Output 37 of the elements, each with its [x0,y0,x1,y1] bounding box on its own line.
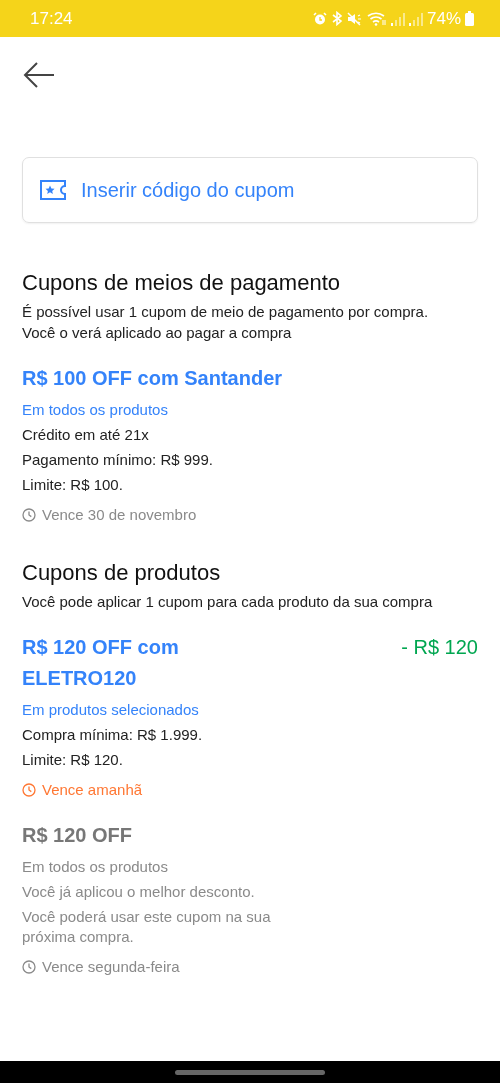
clock-time: 17:24 [30,8,74,29]
coupon-detail: Limite: R$ 120. [22,750,124,770]
coupon-title: R$ 120 OFF com ELETRO120 [22,635,180,691]
wifi-icon [366,11,387,26]
coupon-code-box[interactable]: Inserir código do cupom [22,157,478,223]
alarm-icon [312,11,327,26]
coupon-detail: Limite: R$ 100. [22,475,124,495]
signal-icon [390,11,405,26]
coupon-detail: Crédito em até 21x [22,425,150,445]
expiry-date: Vence segunda-feira [42,957,180,977]
coupon-detail: Você já aplicou o melhor desconto. [22,882,256,902]
battery-icon [465,11,474,26]
signal-icon [408,11,423,26]
mute-icon [346,11,363,26]
coupon-scope: Em produtos selecionados [22,700,200,720]
coupon-detail: Você poderá usar este cupom na sua próxima compra. [22,907,272,947]
coupon-scope: Em todos os produtos [22,400,169,420]
coupon-title: R$ 120 OFF [22,823,133,848]
bluetooth-icon [330,11,343,26]
coupon-detail: Pagamento mínimo: R$ 999. [22,450,214,470]
section-heading: Cupons de meios de pagamento [21,269,341,297]
battery-level: 74% [426,8,461,29]
coupon-code-field[interactable]: Inserir código do cupom [79,177,461,203]
home-indicator[interactable] [175,1069,325,1075]
clock-icon [22,960,36,974]
discount-amount: - R$ 120 [401,635,478,660]
coupon-title: R$ 100 OFF com Santander [22,366,283,391]
section-description: É possível usar 1 cupom de meio de pagamento por compra. Você o verá aplicado ao pagar a compra [21,302,430,343]
section-heading: Cupons de produtos [21,559,222,587]
clock-icon [22,508,36,522]
section-description: Você pode aplicar 1 cupom para cada produto da sua compra [21,592,434,612]
clock-icon [22,783,36,797]
expiry-date: Vence 30 de novembro [42,505,197,525]
coupon-scope: Em todos os produtos [22,857,169,877]
coupon-detail: Compra mínima: R$ 1.999. [22,725,204,745]
expiry-date: Vence amanhã [42,780,143,800]
coupon-ticket-icon [39,179,67,201]
